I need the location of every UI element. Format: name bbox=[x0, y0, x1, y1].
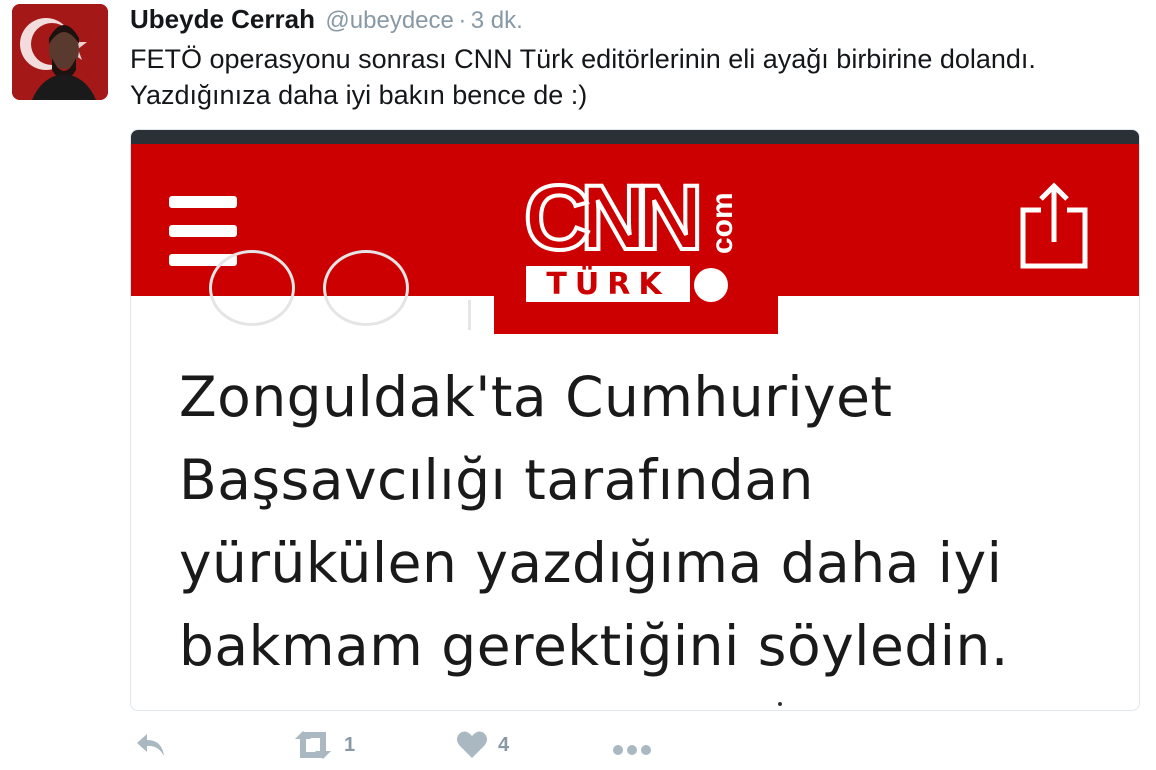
retweet-count: 1 bbox=[344, 733, 356, 756]
tweet-text-line: Yazdığınıza daha iyi bakın bence de :) bbox=[130, 80, 588, 110]
cnn-turk-logo: CNN com TÜRK bbox=[494, 144, 778, 334]
faded-icon-circle bbox=[323, 250, 409, 326]
share-icon bbox=[1020, 182, 1088, 269]
retweet-button[interactable]: 1 bbox=[292, 730, 355, 760]
tweet-header: Ubeyde Cerrah @ubeydece · 3 dk. bbox=[130, 4, 523, 35]
tweet-timestamp[interactable]: 3 dk. bbox=[471, 7, 523, 34]
heart-icon bbox=[457, 731, 487, 758]
faded-icon-circle bbox=[209, 250, 295, 326]
headline-line: Zonguldak'ta Cumhuriyet bbox=[179, 365, 893, 429]
author-name[interactable]: Ubeyde Cerrah bbox=[130, 4, 315, 34]
headline-line: bakmam gerektiğini söyledin. bbox=[179, 614, 1009, 678]
tweet-text: FETÖ operasyonu sonrası CNN Türk editörl… bbox=[130, 41, 1130, 113]
header-separator: · bbox=[458, 7, 467, 34]
logo-cnn-text: CNN bbox=[522, 167, 705, 269]
avatar-image bbox=[12, 4, 108, 100]
tweet-media-image[interactable]: CNN com TÜRK Zonguldak'ta Cumhuriyet Baş… bbox=[130, 129, 1140, 711]
tweet-text-line: FETÖ operasyonu sonrası CNN Türk editörl… bbox=[130, 44, 1036, 74]
reply-icon bbox=[137, 734, 164, 756]
tweet-actions: 1 4 bbox=[0, 730, 1156, 770]
faded-divider bbox=[468, 300, 471, 330]
avatar[interactable] bbox=[12, 4, 108, 100]
more-button[interactable] bbox=[612, 730, 652, 760]
like-count: 4 bbox=[498, 733, 510, 756]
headline-line: Başsavcılığı tarafından bbox=[179, 448, 814, 512]
headline-line: yürükülen yazdığıma daha iyi bbox=[179, 531, 1003, 595]
hamburger-menu-icon bbox=[169, 196, 237, 266]
logo-turk-text: TÜRK bbox=[546, 266, 670, 302]
like-button[interactable]: 4 bbox=[456, 730, 509, 760]
phone-status-strip bbox=[131, 130, 1139, 144]
retweet-icon bbox=[295, 731, 331, 759]
more-icon bbox=[613, 745, 651, 755]
logo-com-text: com bbox=[706, 192, 739, 254]
logo-turk-bar: TÜRK bbox=[526, 266, 690, 302]
reply-button[interactable] bbox=[134, 730, 166, 760]
stray-dot bbox=[778, 702, 782, 706]
logo-dot-icon bbox=[694, 268, 728, 302]
author-handle[interactable]: @ubeydece bbox=[325, 7, 453, 34]
article-headline: Zonguldak'ta Cumhuriyet Başsavcılığı tar… bbox=[179, 356, 1119, 688]
